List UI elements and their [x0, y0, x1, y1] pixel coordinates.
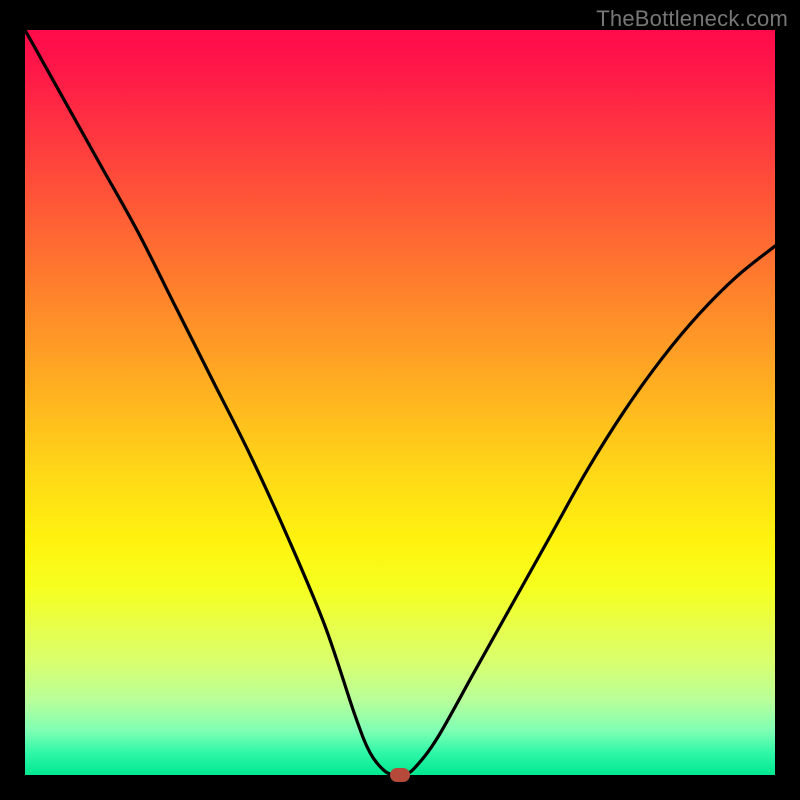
bottleneck-curve [25, 30, 775, 775]
chart-container: TheBottleneck.com [0, 0, 800, 800]
watermark-text: TheBottleneck.com [596, 6, 788, 32]
min-marker-icon [390, 768, 410, 782]
plot-area [25, 30, 775, 775]
curve-layer [25, 30, 775, 775]
